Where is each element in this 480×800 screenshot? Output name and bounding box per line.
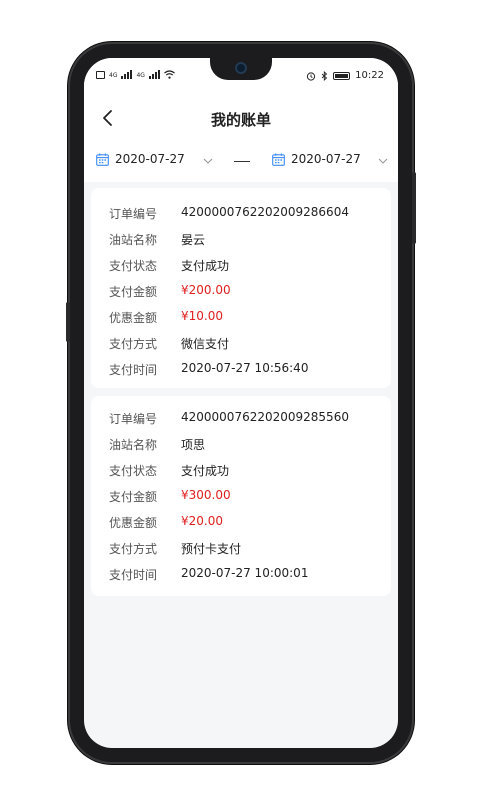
amount-label: 支付金额	[109, 285, 158, 299]
time-label: 支付时间	[109, 363, 158, 377]
discount-row: 优惠金额 ¥20.00	[109, 514, 223, 531]
signal-icon	[121, 70, 133, 79]
header: 我的账单	[84, 96, 398, 142]
end-date-value: 2020-07-27	[291, 152, 361, 166]
amount-row: 支付金额 ¥200.00	[109, 283, 231, 300]
order-no-label: 订单编号	[109, 207, 158, 221]
signal-icon-2	[148, 70, 160, 79]
network-type-b: 4G	[136, 72, 145, 79]
order-no-value: 4200000762202009285560	[181, 410, 349, 424]
discount-value: ¥10.00	[181, 309, 223, 323]
status-value: 支付成功	[181, 259, 230, 273]
station-value: 项思	[181, 438, 206, 452]
time-value: 2020-07-27 10:00:01	[181, 566, 309, 580]
page-title: 我的账单	[210, 111, 271, 129]
volume-button	[66, 302, 70, 342]
time-row: 支付时间 2020-07-27 10:00:01	[109, 566, 308, 583]
screen: 4G 4G 10:22 我的账单 2020-07-27 2020-07-27 订…	[84, 58, 398, 748]
amount-row: 支付金额 ¥300.00	[109, 488, 231, 505]
bluetooth-icon	[321, 70, 328, 81]
amount-value: ¥200.00	[181, 283, 231, 297]
station-label: 油站名称	[109, 438, 158, 452]
status-right: 10:22	[306, 70, 384, 81]
discount-value: ¥20.00	[181, 514, 223, 528]
date-range-separator	[234, 161, 250, 162]
discount-label: 优惠金额	[109, 311, 158, 325]
battery-icon	[333, 71, 351, 80]
method-label: 支付方式	[109, 337, 158, 351]
order-no-row: 订单编号 4200000762202009285560	[109, 410, 349, 427]
status-row: 支付状态 支付成功	[109, 257, 229, 274]
time-row: 支付时间 2020-07-27 10:56:40	[109, 361, 308, 378]
order-card[interactable]: 订单编号 4200000762202009285560 油站名称 项思 支付状态…	[91, 396, 391, 596]
method-value: 微信支付	[181, 337, 230, 351]
end-date-picker[interactable]: 2020-07-27	[272, 152, 361, 166]
alarm-icon	[307, 71, 316, 81]
station-row: 油站名称 晏云	[109, 231, 205, 248]
order-no-row: 订单编号 4200000762202009286604	[109, 205, 349, 222]
sim-icon	[96, 71, 105, 79]
station-value: 晏云	[181, 233, 206, 247]
network-type-a: 4G	[109, 72, 118, 79]
station-label: 油站名称	[109, 233, 158, 247]
discount-label: 优惠金额	[109, 516, 158, 530]
status-label: 支付状态	[109, 464, 158, 478]
method-row: 支付方式 预付卡支付	[109, 540, 241, 557]
wifi-icon	[164, 70, 175, 79]
time-label: 支付时间	[109, 568, 158, 582]
date-filter: 2020-07-27 2020-07-27	[84, 142, 398, 182]
power-button	[412, 172, 416, 244]
method-label: 支付方式	[109, 542, 158, 556]
discount-row: 优惠金额 ¥10.00	[109, 309, 223, 326]
time-value: 2020-07-27 10:56:40	[181, 361, 309, 375]
amount-value: ¥300.00	[181, 488, 231, 502]
order-no-label: 订单编号	[109, 412, 158, 426]
start-date-picker[interactable]: 2020-07-27	[96, 152, 185, 166]
order-card[interactable]: 订单编号 4200000762202009286604 油站名称 晏云 支付状态…	[91, 188, 391, 388]
start-date-value: 2020-07-27	[115, 152, 185, 166]
status-value: 支付成功	[181, 464, 230, 478]
order-no-value: 4200000762202009286604	[181, 205, 349, 219]
method-row: 支付方式 微信支付	[109, 335, 229, 352]
calendar-icon	[96, 153, 109, 166]
amount-label: 支付金额	[109, 490, 158, 504]
status-row: 支付状态 支付成功	[109, 462, 229, 479]
station-row: 油站名称 项思	[109, 436, 205, 453]
status-label: 支付状态	[109, 259, 158, 273]
chevron-down-icon[interactable]	[378, 156, 388, 166]
status-left: 4G 4G	[96, 70, 175, 79]
clock: 10:22	[355, 70, 384, 81]
chevron-down-icon[interactable]	[203, 156, 213, 166]
front-camera	[235, 62, 247, 74]
method-value: 预付卡支付	[181, 542, 242, 556]
calendar-icon	[272, 153, 285, 166]
